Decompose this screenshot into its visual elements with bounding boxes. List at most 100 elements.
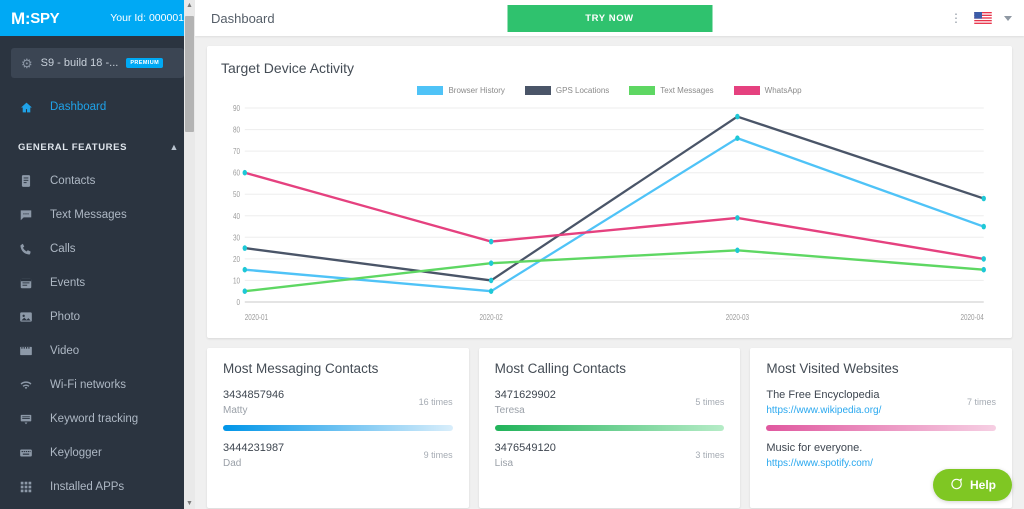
sidebar-item-installed-apps[interactable]: Installed APPs <box>0 470 195 504</box>
list-item[interactable]: 3434857946 Matty 16 times <box>223 388 453 431</box>
list-item-text: 3434857946 Matty <box>223 388 284 417</box>
list-item-line: 3444231987 Dad 9 times <box>223 441 453 470</box>
sidebar-item-photo[interactable]: Photo <box>0 300 195 334</box>
svg-text:30: 30 <box>233 233 240 243</box>
list-item-line: 3476549120 Lisa 3 times <box>495 441 725 470</box>
device-name-label: S9 - build 18 -... <box>40 57 119 69</box>
chart-title: Target Device Activity <box>221 60 355 76</box>
sidebar-item-label: Keyword tracking <box>50 413 139 425</box>
brand-logo[interactable]: M: SPY <box>11 9 60 27</box>
brand-logo-text: SPY <box>30 9 60 27</box>
device-selector[interactable]: ⚙ S9 - build 18 -... PREMIUM <box>11 48 184 78</box>
chart-plot-area: 0 10 20 30 40 50 60 70 80 90 2020-01 2020-02 2020-03… <box>221 100 998 328</box>
legend-label: Text Messages <box>660 85 714 95</box>
sidebar-nav-list: Contacts Text Messages Calls Events Photo Vid… <box>0 164 195 504</box>
dashboard-app: M: SPY Your Id: 000001 ⚙ S9 - build 18 -.… <box>0 0 1024 509</box>
home-icon <box>18 101 34 114</box>
list-item-text: 3444231987 Dad <box>223 441 284 470</box>
us-flag-icon[interactable] <box>974 12 992 24</box>
chevron-up-icon: ▲ <box>169 142 179 152</box>
list-item-line: 3434857946 Matty 16 times <box>223 388 453 417</box>
brand-header: M: SPY Your Id: 000001 <box>0 0 195 36</box>
help-button[interactable]: Help <box>932 469 1012 501</box>
legend-label: GPS Locations <box>555 85 610 95</box>
sidebar-item-label: Photo <box>50 311 81 323</box>
sidebar-item-label: Video <box>50 345 80 357</box>
svg-text:10: 10 <box>233 276 240 286</box>
stat-card: Most Messaging Contacts 3434857946 Matty 16… <box>207 348 469 508</box>
sidebar-item-keylogger[interactable]: Keylogger <box>0 436 195 470</box>
sidebar-item-contacts[interactable]: Contacts <box>0 164 195 198</box>
help-button-label: Help <box>969 478 996 492</box>
sidebar-scroll-thumb[interactable] <box>185 16 194 132</box>
list-item-count: 9 times <box>423 449 453 460</box>
svg-text:70: 70 <box>233 146 240 156</box>
legend-item[interactable]: WhatsApp <box>733 85 802 95</box>
user-id-label: Your Id: 000001 <box>110 12 184 24</box>
sidebar-item-events[interactable]: Events <box>0 266 195 300</box>
chart-legend: Browser History GPS Locations Text Message… <box>221 82 998 98</box>
list-item-link[interactable]: https://www.wikipedia.org/ <box>766 404 881 417</box>
sidebar-item-text-messages[interactable]: Text Messages <box>0 198 195 232</box>
legend-item[interactable]: Text Messages <box>629 85 714 95</box>
list-item-line: 3471629902 Teresa 5 times <box>495 388 725 417</box>
sidebar-item-dashboard[interactable]: Dashboard <box>0 90 195 124</box>
list-item-primary: The Free Encyclopedia <box>766 389 880 401</box>
svg-text:0: 0 <box>237 297 241 307</box>
sidebar-item-wi-fi-networks[interactable]: Wi-Fi networks <box>0 368 195 402</box>
svg-text:20: 20 <box>233 254 240 264</box>
legend-item[interactable]: Browser History <box>417 85 505 95</box>
legend-item[interactable]: GPS Locations <box>524 85 610 95</box>
progress-bar <box>494 424 725 431</box>
progress-bar <box>223 424 453 431</box>
list-item-line: The Free Encyclopedia https://www.wikiped… <box>766 388 996 417</box>
sidebar-item-label-dashboard: Dashboard <box>50 101 107 113</box>
sidebar-item-label: Installed APPs <box>50 481 125 493</box>
svg-text:2020-02: 2020-02 <box>480 312 503 322</box>
wifi-icon <box>18 378 34 392</box>
list-item-count: 3 times <box>695 449 725 460</box>
android-icon: ⚙ <box>21 55 33 71</box>
grid-icon <box>18 480 34 494</box>
sidebar-scrollbar[interactable]: ▲ ▼ <box>184 0 195 509</box>
sidebar-item-label: Events <box>50 277 86 289</box>
sidebar-section-label: GENERAL FEATURES <box>18 141 128 153</box>
list-item-secondary: Dad <box>223 457 242 469</box>
content-area: Target Device Activity Browser History GP… <box>195 36 1024 509</box>
stat-card-title: Most Calling Contacts <box>494 361 626 376</box>
list-item-count: 7 times <box>967 397 997 407</box>
stat-card-title: Most Visited Websites <box>766 361 899 376</box>
list-item-secondary: Lisa <box>494 457 514 469</box>
list-item-link[interactable]: https://www.spotify.com/ <box>766 457 873 470</box>
svg-text:40: 40 <box>233 211 240 221</box>
stat-cards-row: Most Messaging Contacts 3434857946 Matty 16… <box>207 348 1013 508</box>
top-bar: Dashboard TRY NOW ⋮ <box>195 0 1024 36</box>
sidebar-item-label: Contacts <box>50 175 96 187</box>
keyboard-icon <box>18 446 34 460</box>
sidebar-section-general-features[interactable]: GENERAL FEATURES ▲ <box>0 130 195 164</box>
scroll-down-arrow-icon[interactable]: ▼ <box>184 500 195 507</box>
list-item[interactable]: 3444231987 Dad 9 times <box>223 441 453 470</box>
list-item[interactable]: Music for everyone. https://www.spotify.c… <box>766 441 996 470</box>
chevron-down-icon[interactable] <box>1004 15 1012 21</box>
stat-card: Most Calling Contacts 3471629902 Teresa 5 t… <box>478 348 741 508</box>
legend-swatch-icon <box>733 85 760 95</box>
list-item-secondary: Teresa <box>494 404 525 416</box>
list-item[interactable]: 3471629902 Teresa 5 times <box>494 388 725 431</box>
try-now-button[interactable]: TRY NOW <box>507 4 712 32</box>
list-item-count: 16 times <box>418 397 453 407</box>
svg-text:60: 60 <box>233 168 240 178</box>
list-item-count: 5 times <box>695 397 725 407</box>
list-item-primary: 3471629902 <box>494 389 556 401</box>
more-vertical-icon[interactable]: ⋮ <box>950 12 962 24</box>
sidebar-item-video[interactable]: Video <box>0 334 195 368</box>
sidebar-item-keyword-tracking[interactable]: Keyword tracking <box>0 402 195 436</box>
scroll-up-arrow-icon[interactable]: ▲ <box>184 2 195 9</box>
list-item[interactable]: The Free Encyclopedia https://www.wikiped… <box>766 388 997 431</box>
list-item[interactable]: 3476549120 Lisa 3 times <box>495 441 725 470</box>
list-item-line: Music for everyone. https://www.spotify.c… <box>766 441 996 470</box>
sidebar-item-calls[interactable]: Calls <box>0 232 195 266</box>
sidebar-item-label: Keylogger <box>50 447 102 459</box>
legend-swatch-icon <box>629 85 656 95</box>
image-icon <box>18 310 34 324</box>
